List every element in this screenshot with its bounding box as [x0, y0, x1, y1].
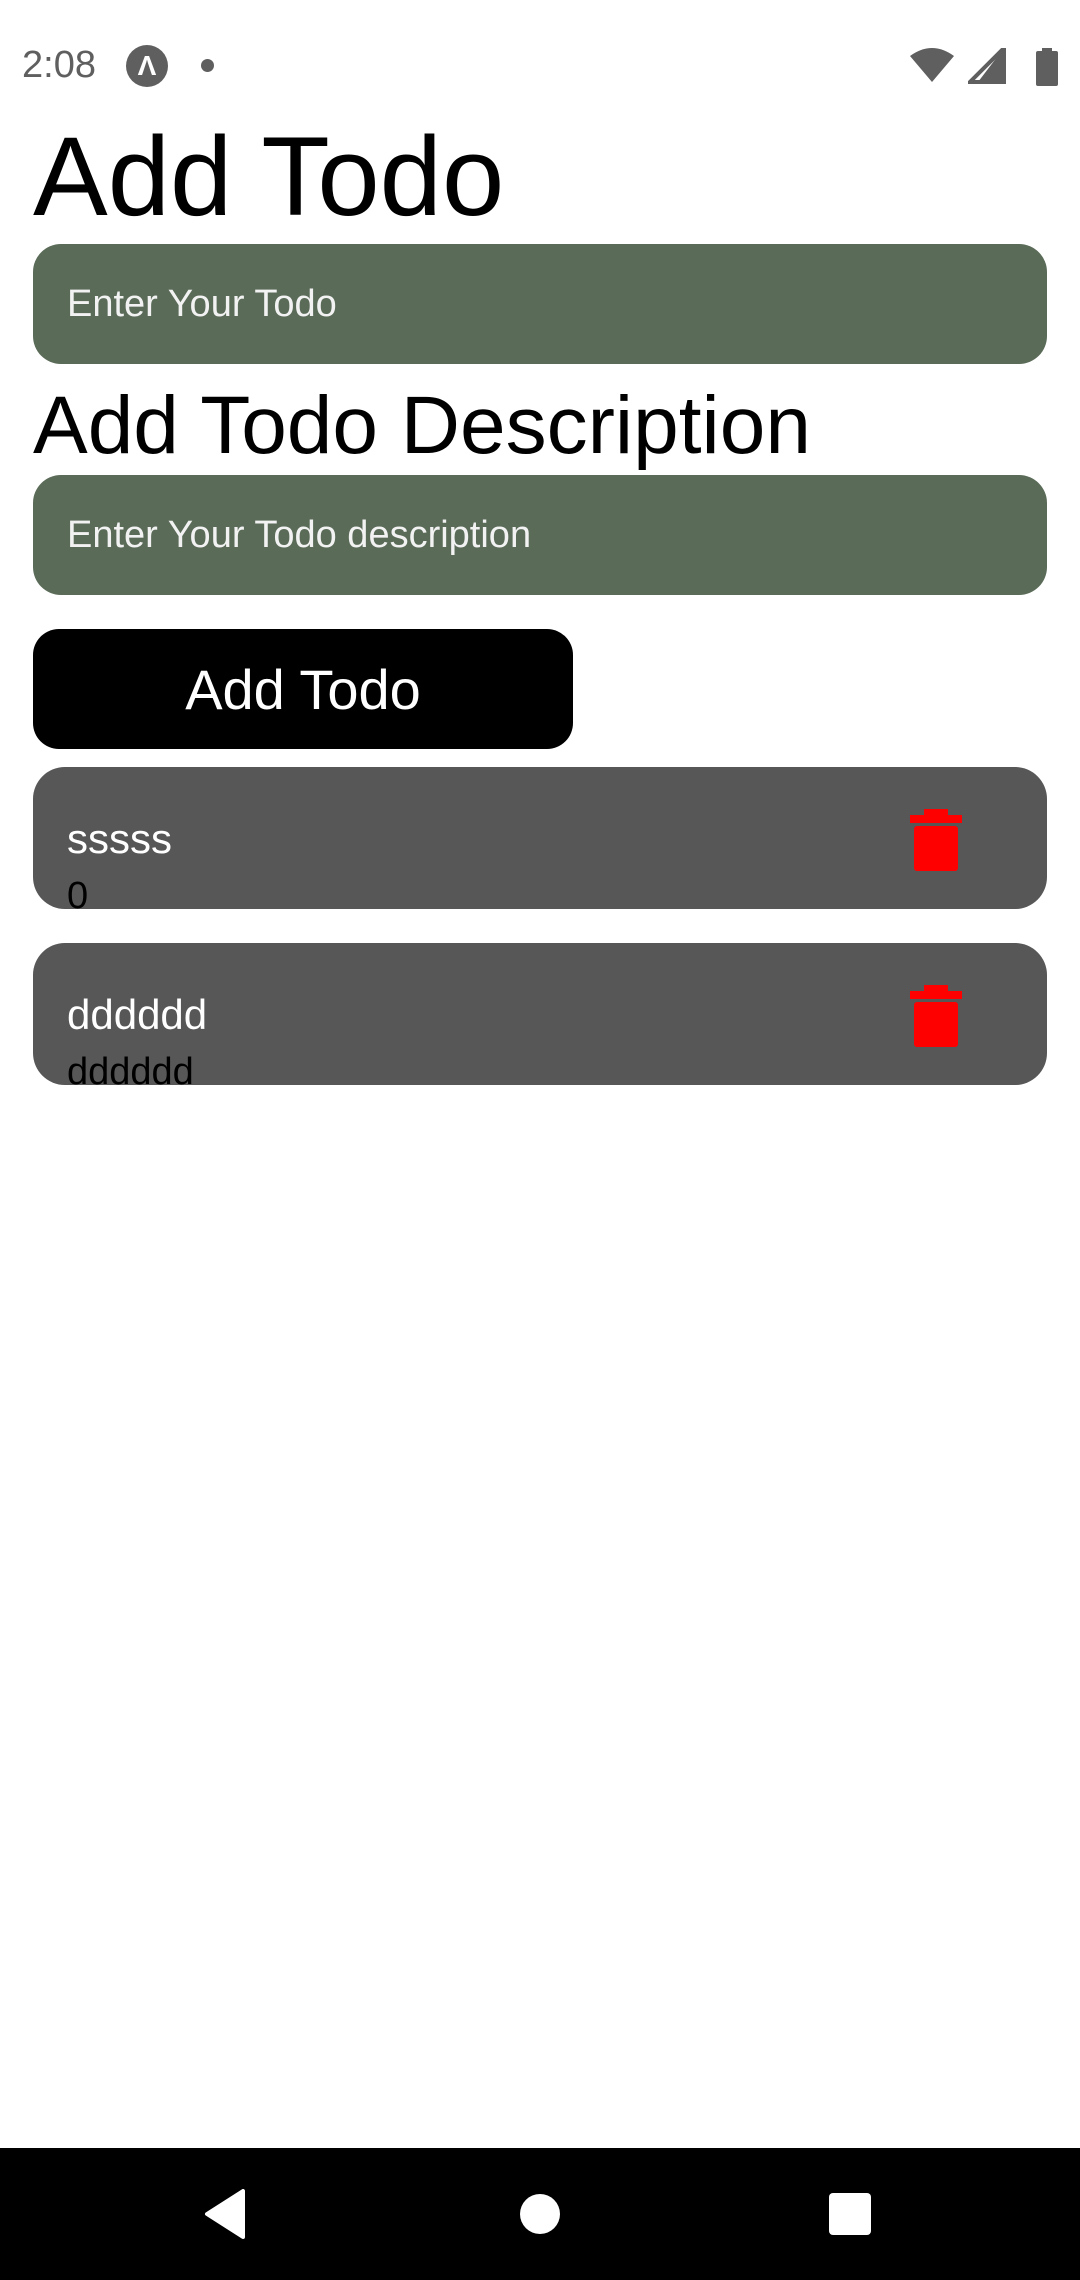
- back-button[interactable]: [165, 2148, 285, 2280]
- recents-icon: [829, 2193, 871, 2235]
- app-notification-icon: Λ: [126, 45, 168, 87]
- todo-title: dddddd: [67, 991, 208, 1038]
- delete-icon[interactable]: [910, 809, 962, 871]
- battery-icon: [1036, 48, 1058, 86]
- todo-item: dddddd dddddd: [33, 943, 1047, 1093]
- add-todo-button[interactable]: Add Todo: [33, 629, 573, 749]
- recents-button[interactable]: [790, 2148, 910, 2280]
- back-icon: [205, 2189, 245, 2239]
- status-bar: 2:08 Λ: [0, 0, 1080, 130]
- todo-description: dddddd: [67, 1051, 194, 1093]
- todo-input[interactable]: [33, 244, 1047, 364]
- todo-description-input[interactable]: [33, 475, 1047, 595]
- notification-dot-icon: [201, 59, 214, 72]
- navigation-bar: [0, 2148, 1080, 2280]
- todo-item: sssss 0: [33, 767, 1047, 917]
- todo-description: 0: [67, 875, 89, 917]
- page-title: Add Todo: [33, 114, 505, 239]
- home-icon: [520, 2194, 560, 2234]
- status-time: 2:08: [22, 44, 96, 86]
- description-heading: Add Todo Description: [33, 380, 811, 471]
- home-button[interactable]: [480, 2148, 600, 2280]
- signal-icon: [968, 48, 1006, 84]
- delete-icon[interactable]: [910, 985, 962, 1047]
- todo-title: sssss: [67, 815, 172, 862]
- wifi-icon: [910, 48, 954, 82]
